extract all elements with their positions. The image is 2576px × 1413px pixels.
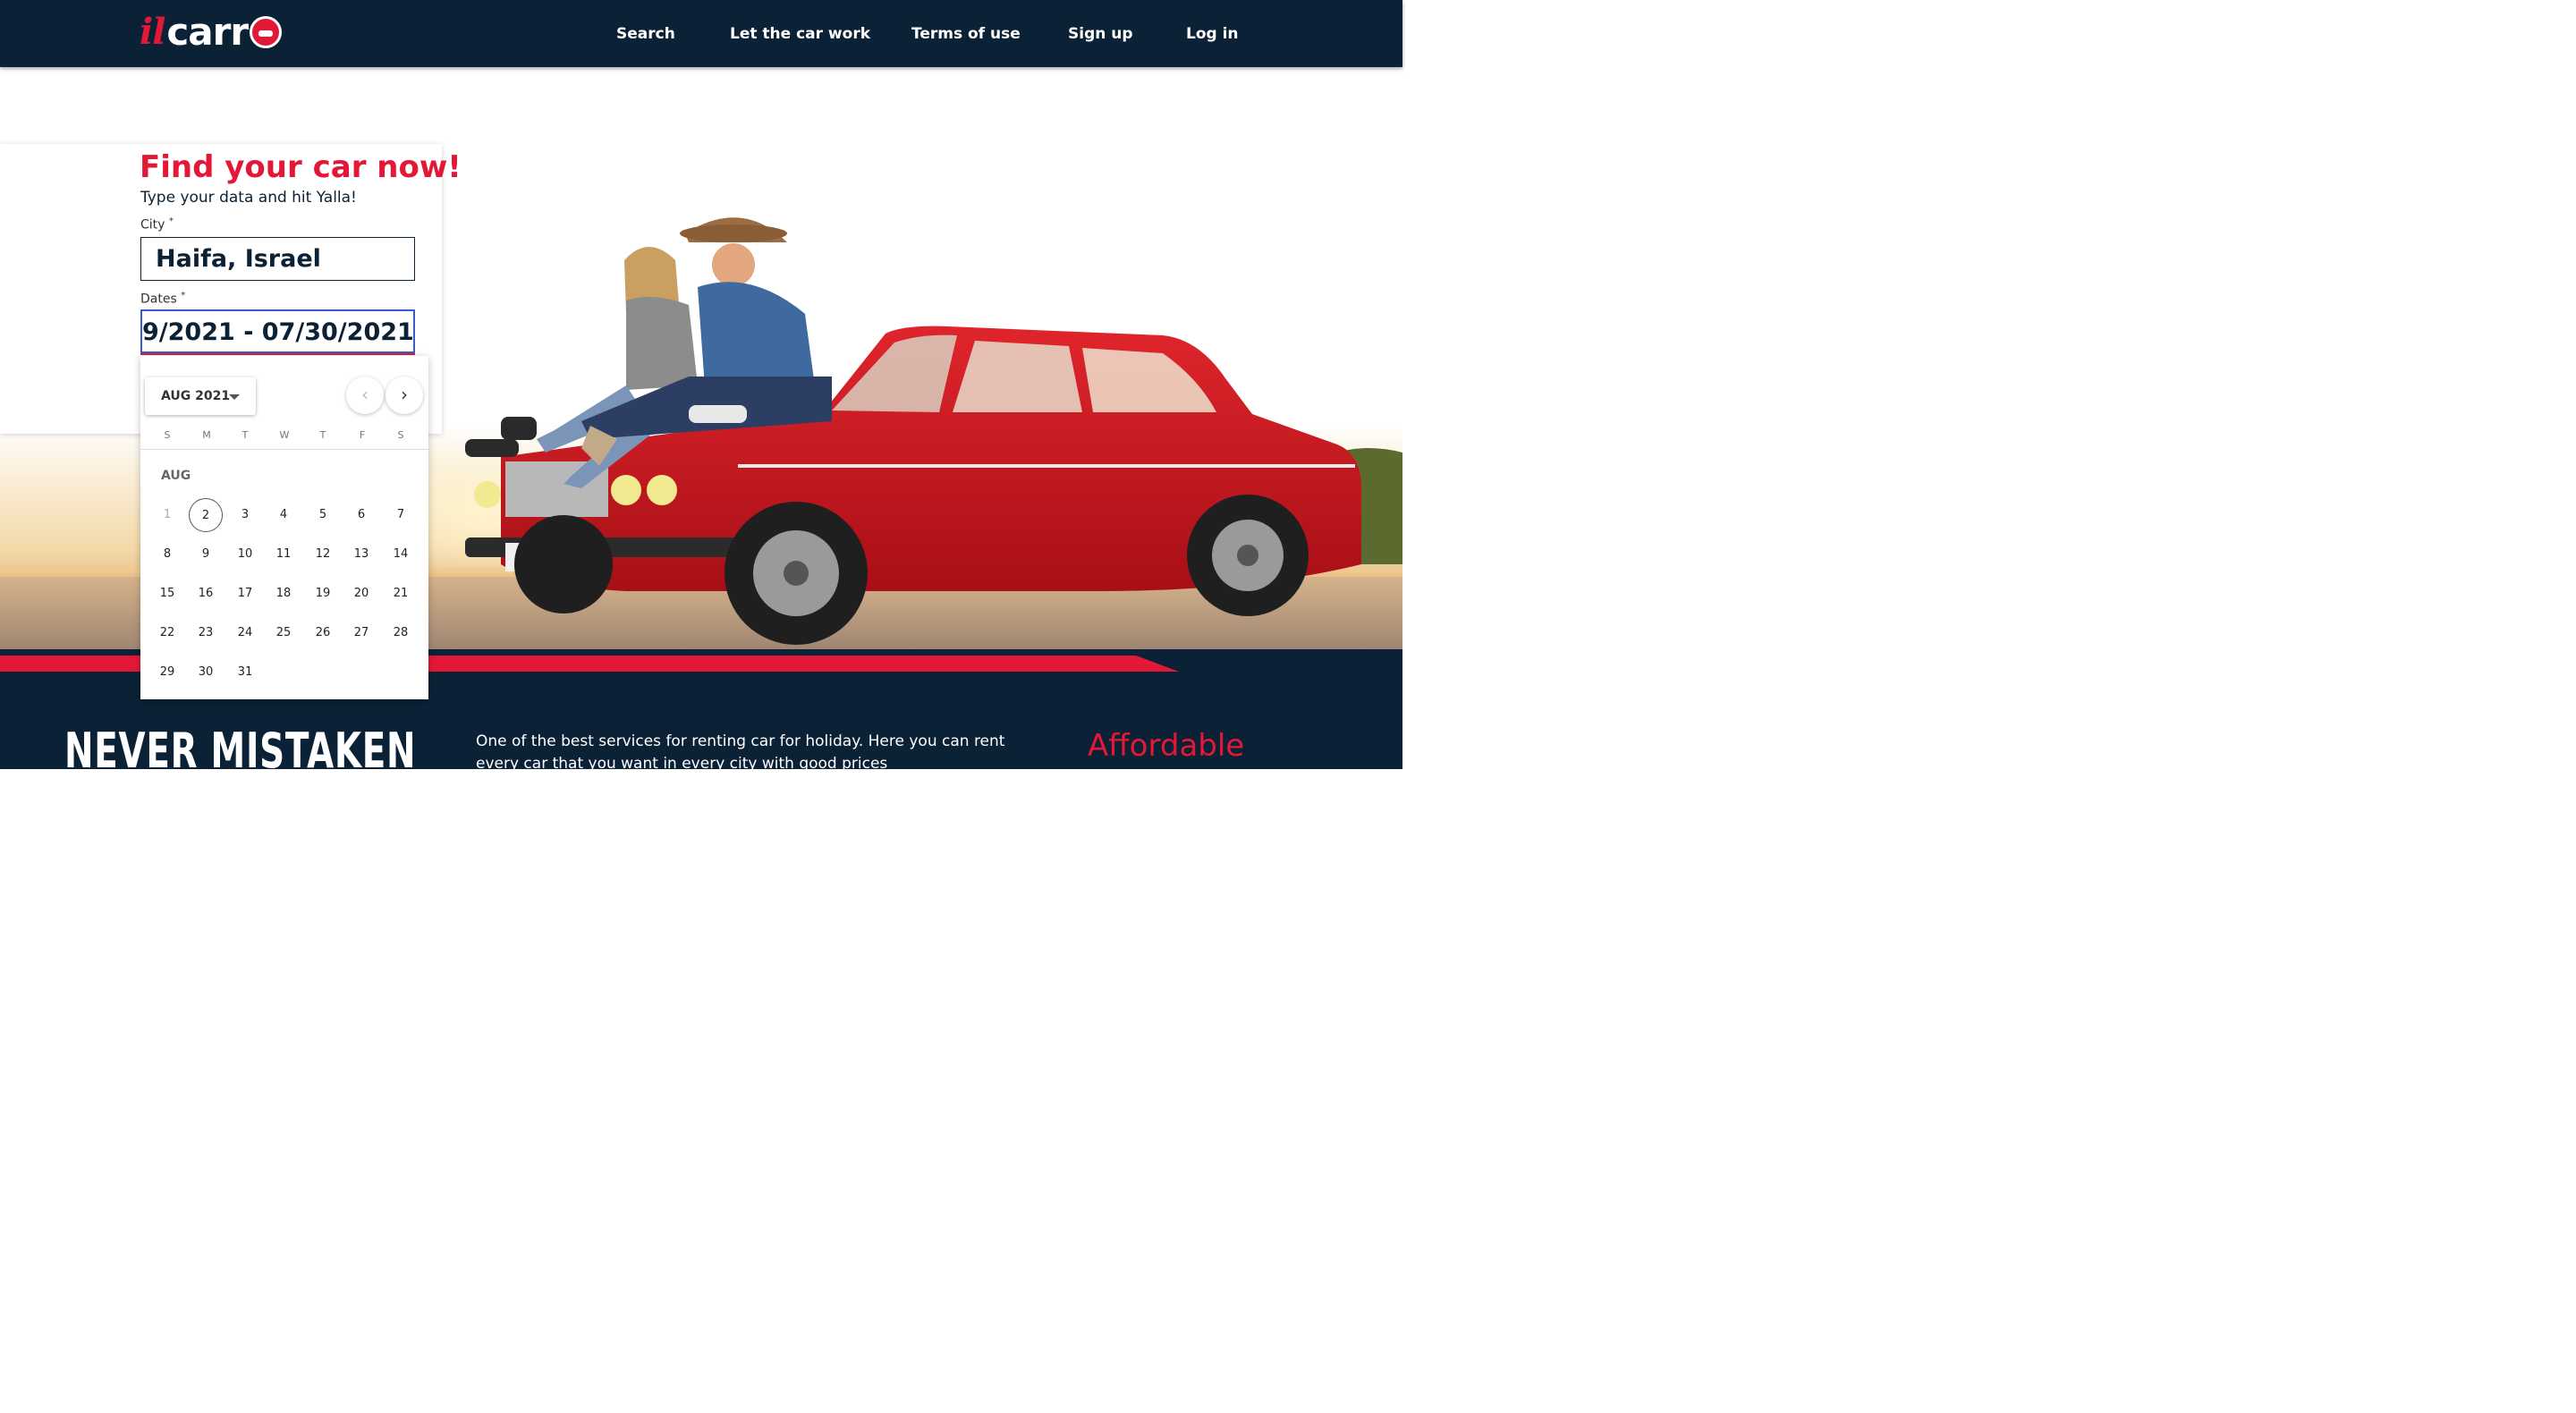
weekday-label: W xyxy=(279,429,290,441)
calendar-day-5[interactable]: 5 xyxy=(306,498,340,532)
prev-month-button[interactable]: ‹ xyxy=(346,377,384,414)
chevron-left-icon: ‹ xyxy=(361,384,369,405)
calendar-day-21[interactable]: 21 xyxy=(384,577,418,611)
find-car-subtitle: Type your data and hit Yalla! xyxy=(140,189,357,207)
ilcarro-logo[interactable]: il carr xyxy=(140,9,283,54)
calendar-day-27[interactable]: 27 xyxy=(344,616,378,650)
calendar-day-26[interactable]: 26 xyxy=(306,616,340,650)
city-label: City * xyxy=(140,216,174,233)
affordable-heading: Affordable xyxy=(1088,728,1245,764)
city-input[interactable]: Haifa, Israel xyxy=(140,237,415,281)
calendar-day-4[interactable]: 4 xyxy=(267,498,301,532)
chevron-right-icon: › xyxy=(401,384,408,405)
calendar-day-24[interactable]: 24 xyxy=(228,616,262,650)
required-mark: * xyxy=(181,291,186,300)
nav-sign-up[interactable]: Sign up xyxy=(1068,25,1133,43)
calendar-day-20[interactable]: 20 xyxy=(344,577,378,611)
logo-text: carr xyxy=(166,9,249,54)
calendar-day-31[interactable]: 31 xyxy=(228,656,262,690)
dates-input[interactable]: 9/2021 - 07/30/2021 xyxy=(140,309,415,353)
nav-log-in[interactable]: Log in xyxy=(1186,25,1239,43)
next-month-button[interactable]: › xyxy=(386,377,423,414)
calendar-day-8[interactable]: 8 xyxy=(150,537,184,571)
calendar-day-18[interactable]: 18 xyxy=(267,577,301,611)
logo-il: il xyxy=(140,10,165,53)
weekday-header: S M T W T F S xyxy=(140,429,428,447)
nav-let-the-car-work[interactable]: Let the car work xyxy=(730,25,870,43)
caret-down-icon xyxy=(229,394,240,400)
calendar-day-30[interactable]: 30 xyxy=(189,656,223,690)
calendar-day-12[interactable]: 12 xyxy=(306,537,340,571)
dates-label: Dates * xyxy=(140,291,185,307)
calendar-day-1: 1 xyxy=(163,508,172,521)
dates-input-value: 9/2021 - 07/30/2021 xyxy=(142,318,414,346)
calendar-day-3[interactable]: 3 xyxy=(228,498,262,532)
calendar-day-7[interactable]: 7 xyxy=(384,498,418,532)
city-label-text: City xyxy=(140,217,165,233)
calendar-month-label: AUG xyxy=(161,469,191,483)
weekday-label: T xyxy=(242,429,249,441)
calendar-day-6[interactable]: 6 xyxy=(344,498,378,532)
calendar-day-10[interactable]: 10 xyxy=(228,537,262,571)
find-car-title: Find your car now! xyxy=(140,149,462,185)
calendar-day-22[interactable]: 22 xyxy=(150,616,184,650)
weekday-label: S xyxy=(397,429,404,441)
top-header: il carr Search Let the car work Terms of … xyxy=(0,0,1402,67)
car-wheel-logo-icon xyxy=(250,16,283,48)
weekday-label: T xyxy=(319,429,326,441)
calendar-day-13[interactable]: 13 xyxy=(344,537,378,571)
month-year-label: AUG 2021 xyxy=(161,389,231,403)
weekday-label: F xyxy=(359,429,366,441)
weekday-label: S xyxy=(164,429,171,441)
about-text: One of the best services for renting car… xyxy=(476,732,1005,773)
month-year-select[interactable]: AUG 2021 xyxy=(145,377,256,415)
slogan-heading: NEVER MISTAKEN xyxy=(64,723,417,779)
calendar-day-28[interactable]: 28 xyxy=(384,616,418,650)
calendar-day-25[interactable]: 25 xyxy=(267,616,301,650)
dates-label-text: Dates xyxy=(140,292,177,307)
weekday-label: M xyxy=(202,429,211,441)
calendar-day-9[interactable]: 9 xyxy=(189,537,223,571)
calendar-day-29[interactable]: 29 xyxy=(150,656,184,690)
required-mark: * xyxy=(168,216,174,226)
calendar-day-16[interactable]: 16 xyxy=(189,577,223,611)
dates-input-underline xyxy=(140,353,415,355)
datepicker-popup: AUG 2021 ‹ › S M T W T F S AUG 123456789… xyxy=(140,356,428,699)
calendar-day-15[interactable]: 15 xyxy=(150,577,184,611)
nav-search[interactable]: Search xyxy=(616,25,675,43)
calendar-day-19[interactable]: 19 xyxy=(306,577,340,611)
nav-terms-of-use[interactable]: Terms of use xyxy=(911,25,1021,43)
weekday-divider xyxy=(140,449,428,450)
calendar-day-11[interactable]: 11 xyxy=(267,537,301,571)
calendar-day-17[interactable]: 17 xyxy=(228,577,262,611)
calendar-day-14[interactable]: 14 xyxy=(384,537,418,571)
calendar-day-2[interactable]: 2 xyxy=(189,498,223,532)
calendar-day-23[interactable]: 23 xyxy=(189,616,223,650)
